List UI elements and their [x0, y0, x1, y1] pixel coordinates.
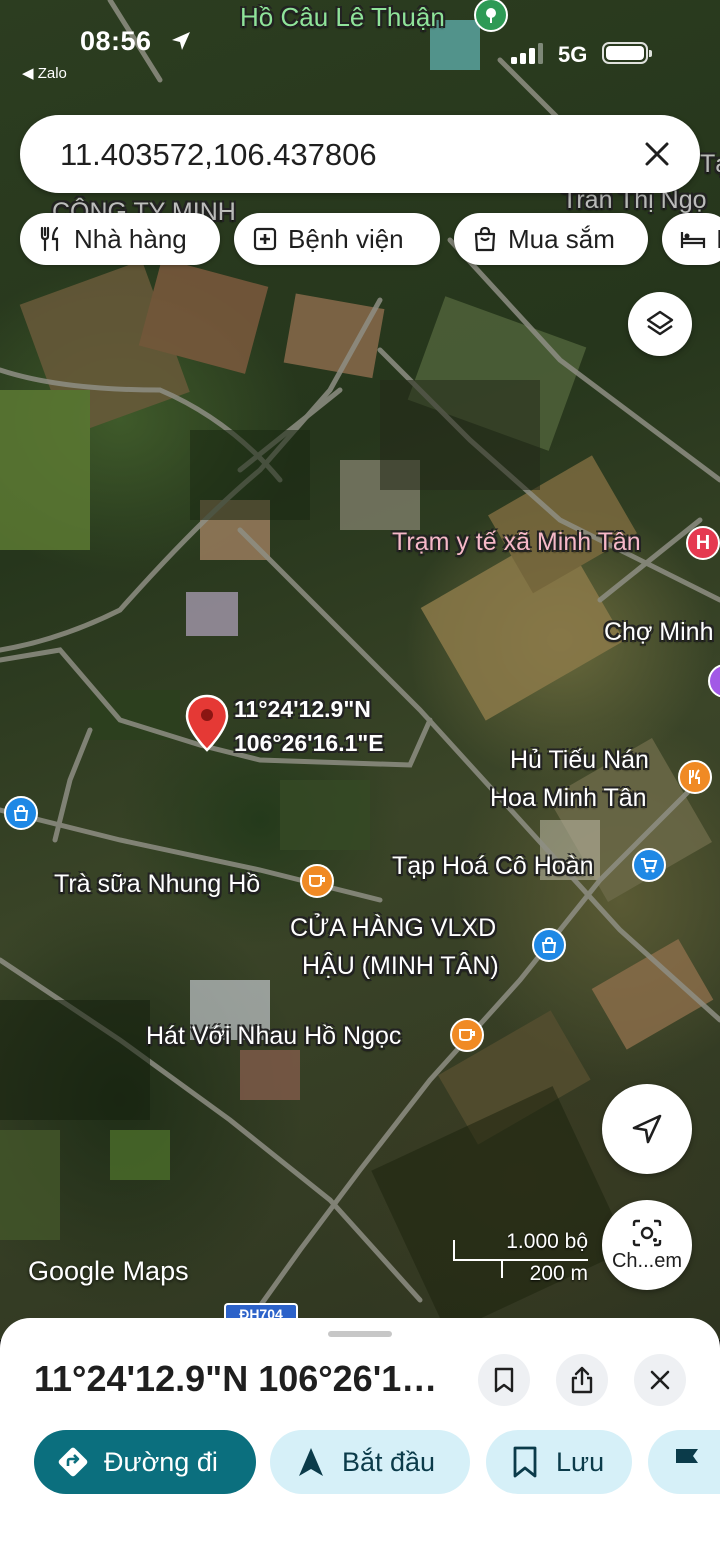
- directions-icon: [58, 1447, 88, 1477]
- map-label-hat-voi-nhau[interactable]: Hát Với Nhau Hồ Ngọc: [146, 1022, 401, 1051]
- save-bookmark-button[interactable]: [478, 1354, 530, 1406]
- karaoke-cafe-poi-icon[interactable]: [450, 1018, 484, 1052]
- bed-icon: [680, 232, 706, 248]
- google-maps-logo: Google Maps: [28, 1256, 189, 1286]
- scale-metric: 200 m: [529, 1262, 588, 1285]
- satellite-map[interactable]: 08:56 ◀ Zalo 5G Hồ Câu Lê Thuận CÔNG TY …: [0, 0, 720, 1340]
- pin-longitude: 106°26'16.1"E: [234, 730, 384, 756]
- action-label: Bắt đầu: [342, 1446, 436, 1477]
- dropped-pin-icon[interactable]: [184, 694, 230, 754]
- action-label: Lưu: [556, 1446, 605, 1477]
- search-input[interactable]: 11.403572,106.437806: [20, 115, 700, 193]
- navigation-arrow-icon: [632, 1114, 662, 1144]
- close-icon: [650, 1370, 670, 1390]
- sheet-drag-handle[interactable]: [328, 1331, 392, 1337]
- camera-lens-icon: [632, 1219, 662, 1246]
- map-label-tra-sua[interactable]: Trà sữa Nhung Hồ: [54, 870, 260, 899]
- chip-restaurants[interactable]: Nhà hàng: [20, 213, 220, 265]
- grocery-cart-poi-icon[interactable]: [632, 848, 666, 882]
- map-label-cho-minh[interactable]: Chợ Minh: [604, 618, 714, 647]
- chip-label: Nhà hàng: [74, 223, 187, 254]
- action-label: Đường đi: [104, 1446, 218, 1477]
- map-label-cua-hang-line1[interactable]: CỬA HÀNG VLXD: [290, 914, 496, 943]
- map-label-tram-y-te[interactable]: Trạm y tế xã Minh Tân: [392, 528, 641, 557]
- place-title: 11°24'12.9"N 106°26'16.1"E: [34, 1358, 454, 1399]
- chip-hotels[interactable]: I: [662, 213, 720, 265]
- map-label-tap-hoa[interactable]: Tạp Hoá Cô Hoàn: [392, 852, 594, 881]
- map-label-tran-thi-top[interactable]: Tạ: [700, 150, 720, 179]
- back-to-app-link[interactable]: ◀ Zalo: [22, 64, 67, 82]
- shopping-bag-icon: [474, 226, 496, 252]
- chip-label: Mua sắm: [508, 223, 615, 254]
- map-label-ho-cau[interactable]: Hồ Câu Lê Thuận: [240, 2, 445, 33]
- hospital-poi-icon[interactable]: H: [686, 526, 720, 560]
- hospital-icon: [253, 227, 277, 251]
- bookmark-icon: [513, 1446, 537, 1478]
- pin-coordinates-label: 11°24'12.9"N 106°26'16.1"E: [234, 692, 384, 760]
- share-icon: [571, 1366, 593, 1394]
- chip-shopping[interactable]: Mua sắm: [454, 213, 648, 265]
- start-navigation-button[interactable]: Bắt đầu: [270, 1430, 470, 1494]
- status-time: 08:56: [80, 26, 152, 56]
- lens-camera-button[interactable]: Ch...em: [602, 1200, 692, 1290]
- map-label-hu-tieu-line2[interactable]: Hoa Minh Tân: [490, 784, 647, 813]
- search-value[interactable]: 11.403572,106.437806: [60, 137, 377, 173]
- place-bottom-sheet[interactable]: 11°24'12.9"N 106°26'16.1"E Đường đi Bắt …: [0, 1318, 720, 1564]
- shop-poi-icon[interactable]: [4, 796, 38, 830]
- layers-icon: [646, 310, 674, 336]
- cafe-poi-icon[interactable]: [300, 864, 334, 898]
- restaurant-poi-icon[interactable]: [678, 760, 712, 794]
- chip-hospitals[interactable]: Bệnh viện: [234, 213, 440, 265]
- my-location-button[interactable]: [602, 1084, 692, 1174]
- chip-label: Bệnh viện: [288, 223, 404, 254]
- close-sheet-button[interactable]: [634, 1354, 686, 1406]
- hardware-shop-poi-icon[interactable]: [532, 928, 566, 962]
- battery-icon: [602, 42, 652, 64]
- map-label-cua-hang-line2[interactable]: HẬU (MINH TÂN): [302, 952, 499, 981]
- close-icon[interactable]: [640, 137, 674, 171]
- cellular-signal-icon: [511, 43, 543, 64]
- share-button[interactable]: [556, 1354, 608, 1406]
- save-button[interactable]: Lưu: [486, 1430, 632, 1494]
- bookmark-icon: [494, 1367, 514, 1393]
- fork-knife-icon: [40, 226, 59, 252]
- scale-imperial: 1.000 bộ: [506, 1230, 588, 1253]
- location-services-icon: [172, 32, 190, 50]
- chip-label: I: [716, 223, 720, 254]
- map-scale: 1.000 bộ 200 m: [452, 1228, 592, 1288]
- pin-latitude: 11°24'12.9"N: [234, 696, 371, 722]
- label-flag-button[interactable]: [648, 1430, 720, 1494]
- flag-icon: [676, 1449, 698, 1476]
- map-label-hu-tieu-line1[interactable]: Hủ Tiếu Nán: [510, 746, 649, 775]
- lens-button-label: Ch...em: [611, 1249, 683, 1272]
- directions-button[interactable]: Đường đi: [34, 1430, 256, 1494]
- network-type: 5G: [558, 42, 588, 67]
- layers-button[interactable]: [628, 292, 692, 356]
- navigation-arrow-icon: [299, 1448, 323, 1476]
